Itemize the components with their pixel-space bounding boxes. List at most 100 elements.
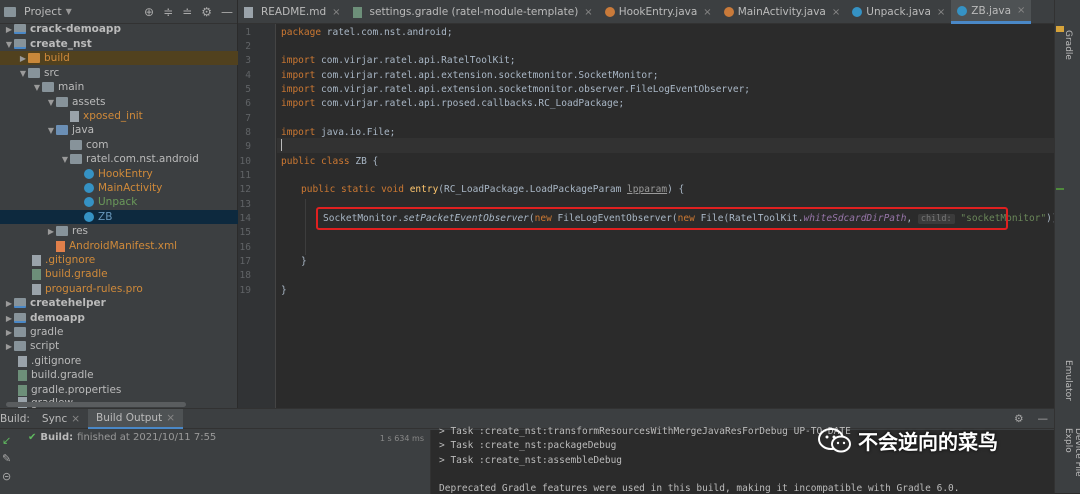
close-icon[interactable]: × [937, 7, 945, 18]
tree-item-zb[interactable]: ZB [0, 210, 238, 225]
close-icon[interactable]: × [703, 7, 711, 18]
chevron-down-icon[interactable]: ▼ [4, 40, 14, 49]
chevron-down-icon[interactable]: ▼ [46, 126, 56, 135]
tree-item-res[interactable]: ▶ res [0, 224, 238, 238]
line-number: 11 [239, 170, 251, 181]
tree-item-build[interactable]: ▶ build [0, 51, 238, 66]
tab-settings-gradle[interactable]: settings.gradle (ratel-module-template) × [347, 0, 599, 24]
tree-item-createhelper[interactable]: ▶ createhelper [0, 296, 238, 310]
chevron-right-icon[interactable]: ▶ [4, 299, 14, 308]
gradle-file-icon [18, 384, 27, 396]
folder-icon [28, 68, 40, 79]
folder-icon [28, 53, 40, 64]
line-number: 4 [245, 70, 251, 81]
tree-item-mainactivity[interactable]: MainActivity [0, 181, 238, 195]
project-title: Project [24, 5, 62, 18]
tree-item-crack-demoapp[interactable]: ▶ crack-demoapp [0, 22, 238, 36]
chevron-right-icon[interactable]: ▶ [4, 314, 14, 323]
tree-item-java[interactable]: ▼ java [0, 123, 238, 137]
project-icon [4, 6, 16, 17]
gear-icon[interactable]: ⚙ [201, 5, 212, 19]
gradle-tool-tab[interactable]: Gradle [1063, 30, 1073, 60]
chevron-right-icon[interactable]: ▶ [4, 328, 14, 337]
pin-icon[interactable]: ✎ [2, 452, 11, 465]
tree-item-root-gitignore[interactable]: .gitignore [0, 354, 238, 368]
module-folder-icon [14, 313, 26, 324]
tab-zb[interactable]: ZB.java × [951, 0, 1032, 24]
tree-item-xposed-init[interactable]: xposed_init [0, 109, 238, 123]
java-class-icon [84, 212, 94, 223]
java-class-icon [723, 7, 734, 17]
build-status-row[interactable]: ✔ Build: finished at 2021/10/11 7:55 [28, 432, 216, 443]
chevron-right-icon[interactable]: ▶ [4, 25, 14, 34]
tree-item-androidmanifest[interactable]: AndroidManifest.xml [0, 239, 238, 253]
tree-item-create-nst[interactable]: ▼ create_nst [0, 37, 238, 51]
hide-icon[interactable]: — [221, 5, 233, 19]
tree-item-package[interactable]: ▼ ratel.com.nst.android [0, 152, 238, 166]
chevron-down-icon[interactable]: ▼ [32, 83, 42, 92]
chevron-right-icon[interactable]: ▶ [46, 227, 56, 236]
build-panel-label: Build: [0, 412, 30, 425]
close-icon[interactable]: × [71, 413, 80, 425]
line-number: 15 [239, 227, 251, 238]
hide-icon[interactable]: — [1038, 413, 1049, 425]
file-icon [32, 254, 41, 266]
device-file-explorer-tab[interactable]: Device File Explo [1063, 428, 1080, 493]
close-icon[interactable]: × [584, 7, 592, 18]
line-number-gutter: 1 2 3 4 5 6 7 8 9 10 11 12 13 14 15 16 1… [238, 24, 276, 408]
tree-item-script[interactable]: ▶ script [0, 339, 238, 353]
emulator-tool-tab[interactable]: Emulator [1063, 360, 1073, 401]
tree-item-unpack[interactable]: Unpack [0, 195, 238, 209]
tab-hookentry[interactable]: HookEntry.java × [599, 0, 718, 24]
tree-item-gradle[interactable]: ▶ gradle [0, 325, 238, 339]
tree-item-hookentry[interactable]: HookEntry [0, 167, 238, 181]
chevron-down-icon[interactable]: ▼ [18, 69, 28, 78]
tab-sync[interactable]: Sync × [34, 409, 88, 429]
chevron-down-icon[interactable]: ▼ [60, 155, 70, 164]
tree-item-proguard[interactable]: proguard-rules.pro [0, 282, 238, 296]
tree-item-gitignore[interactable]: .gitignore [0, 253, 238, 267]
tab-unpack[interactable]: Unpack.java × [846, 0, 951, 24]
console-line: > Task :create_nst:transformResourcesWit… [439, 426, 851, 437]
tree-item-src[interactable]: ▼ src [0, 66, 238, 80]
code-line: } [281, 285, 287, 296]
locate-icon[interactable]: ⊕ [144, 5, 154, 19]
restart-icon[interactable]: ↙ [2, 434, 11, 447]
horizontal-scrollbar[interactable] [6, 402, 186, 407]
tree-item-demoapp[interactable]: ▶ demoapp [0, 311, 238, 325]
package-icon [70, 140, 82, 151]
filter-icon[interactable]: ⊝ [2, 470, 11, 483]
success-check-icon: ✔ [28, 432, 37, 443]
tree-item-main[interactable]: ▼ main [0, 80, 238, 94]
wechat-logo-icon [818, 427, 851, 452]
tree-item-assets[interactable]: ▼ assets [0, 95, 238, 109]
tree-item-com[interactable]: com [0, 138, 238, 152]
close-icon[interactable]: × [1017, 5, 1025, 16]
tree-item-build-gradle[interactable]: build.gradle [0, 267, 238, 281]
tab-build-output[interactable]: Build Output × [88, 408, 184, 429]
tab-readme[interactable]: README.md × [238, 0, 347, 24]
tree-item-root-build-gradle[interactable]: build.gradle [0, 368, 238, 382]
console-line: > Task :create_nst:assembleDebug [439, 455, 623, 466]
chevron-right-icon[interactable]: ▶ [18, 54, 28, 63]
close-icon[interactable]: × [332, 7, 340, 18]
chevron-right-icon[interactable]: ▶ [4, 342, 14, 351]
tree-item-gradle-properties[interactable]: gradle.properties [0, 383, 238, 397]
code-line: import com.virjar.ratel.api.rposed.callb… [281, 98, 625, 109]
line-number: 18 [239, 270, 251, 281]
change-marker[interactable] [1056, 188, 1064, 190]
line-number: 16 [239, 242, 251, 253]
close-icon[interactable]: × [166, 412, 175, 424]
collapse-icon[interactable]: ≑ [163, 5, 173, 19]
gradle-file-icon [18, 369, 27, 381]
close-icon[interactable]: × [832, 7, 840, 18]
gear-icon[interactable]: ⚙ [1014, 413, 1023, 425]
warning-marker[interactable] [1056, 26, 1064, 32]
tab-mainactivity[interactable]: MainActivity.java × [718, 0, 847, 24]
module-folder-icon [14, 298, 26, 309]
chevron-down-icon[interactable]: ▼ [46, 98, 56, 107]
project-view-selector[interactable]: Project ▼ [4, 5, 72, 18]
expand-icon[interactable]: ≐ [182, 5, 192, 19]
file-icon [32, 283, 41, 295]
highlight-annotation-box [316, 207, 1008, 230]
